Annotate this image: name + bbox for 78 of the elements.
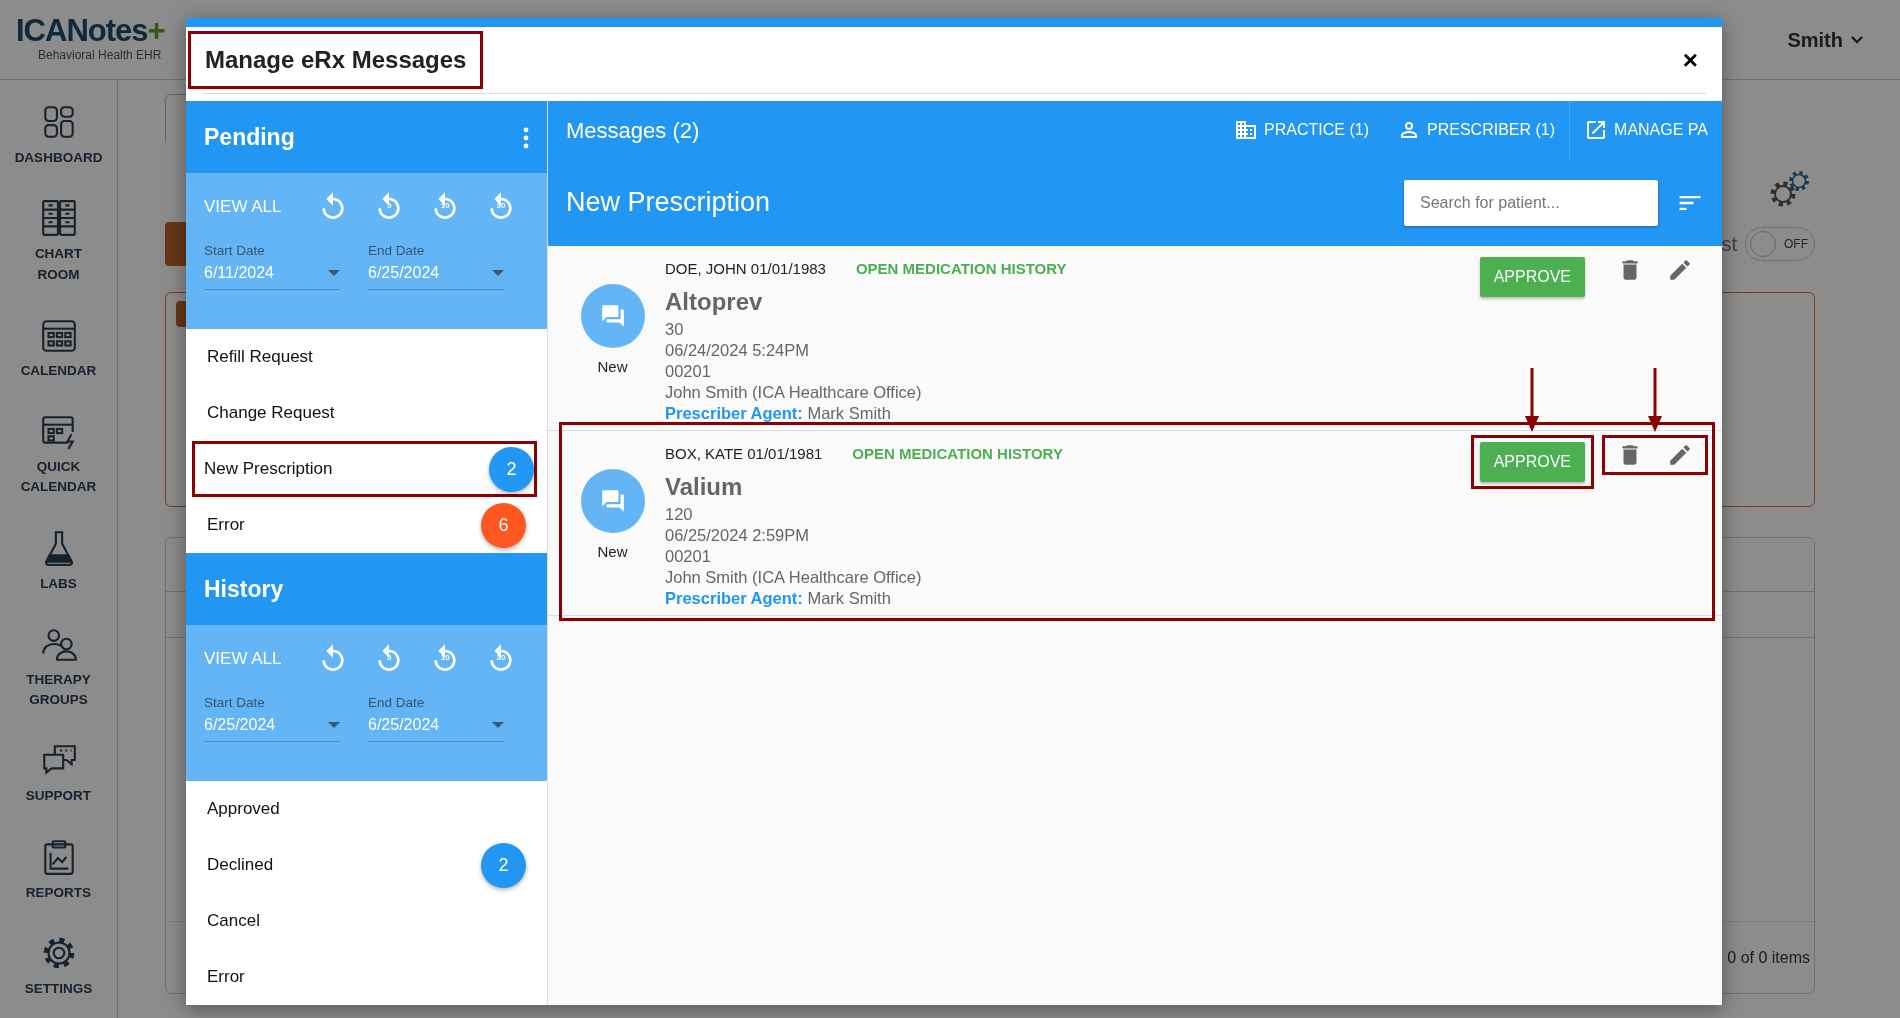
sidebar-item[interactable]: THERAPY GROUPS (0, 601, 117, 719)
sidebar-item[interactable]: LABS (0, 505, 117, 602)
count-badge: 2 (481, 842, 526, 888)
filter-button[interactable]: MANAGE PA (1570, 101, 1722, 159)
dropdown-icon (328, 722, 340, 729)
chat-icon (599, 487, 626, 514)
date-label: Start Date (204, 242, 266, 260)
sidebar-item[interactable]: QUICK CALENDAR (0, 389, 117, 506)
dropdown-icon (328, 270, 340, 277)
kebab-icon (523, 126, 529, 149)
dropdown-icon (492, 270, 504, 277)
detail-line: 00201 (665, 546, 712, 567)
date-label: End Date (368, 242, 426, 260)
chat-icon (599, 302, 626, 329)
filter-button[interactable]: PRESCRIBER (1) (1383, 101, 1570, 159)
medication-history-link[interactable]: OPEN MEDICATION HISTORY (852, 443, 1063, 464)
caret-icon (1851, 35, 1863, 44)
date-field[interactable]: End Date 6/25/2024 (368, 693, 504, 743)
list-item[interactable]: Cancel (186, 893, 543, 949)
approve-button[interactable]: APPROVE (1479, 442, 1585, 482)
pencil-icon (1667, 257, 1693, 283)
detail-line: 120 (665, 504, 694, 525)
prescriber-agent: Prescriber Agent: Mark Smith (665, 403, 892, 424)
sidebar-item[interactable]: SUPPORT (0, 718, 117, 815)
sidebar-item[interactable]: SETTINGS (0, 910, 117, 1007)
count-badge: 6 (481, 502, 526, 548)
pager-text: 0 of 0 items (1727, 947, 1810, 968)
patient-name: BOX, KATE 01/01/1981 (665, 444, 823, 464)
pane-title: Messages (2) (566, 116, 701, 145)
date-field[interactable]: End Date 6/25/2024 (368, 241, 504, 291)
drug-name: Altoprev (665, 287, 764, 317)
approve-button[interactable]: APPROVE (1479, 257, 1585, 297)
sidebar-item[interactable]: CALENDAR (0, 292, 117, 389)
dropdown-icon (492, 722, 504, 729)
date-label: Start Date (204, 694, 266, 712)
annotation-arrow (1525, 368, 1540, 432)
sidebar-item[interactable]: DASHBOARD (0, 80, 117, 177)
sidebar-item[interactable]: CHART ROOM (0, 176, 117, 293)
logo[interactable]: ICANotes+ (16, 15, 165, 46)
detail-line: John Smith (ICA Healthcare Office) (665, 382, 923, 403)
list-item[interactable]: Error (186, 949, 543, 1005)
prescriber-agent: Prescriber Agent: Mark Smith (665, 588, 892, 609)
list-item[interactable]: Approved (186, 781, 543, 837)
close-button[interactable]: × (1674, 40, 1706, 80)
list-item[interactable]: Declined 2 (186, 837, 543, 893)
building-icon (1234, 118, 1259, 142)
sidebar-item[interactable]: REPORTS (0, 814, 117, 911)
detail-line: 06/25/2024 2:59PM (665, 525, 811, 546)
pane-subtitle: New Prescription (566, 186, 772, 220)
section-title: History (204, 574, 284, 604)
pencil-icon (1667, 442, 1693, 468)
date-field[interactable]: Start Date 6/25/2024 (204, 693, 340, 743)
list-item[interactable]: Error 6 (186, 497, 543, 553)
count-badge: 2 (489, 446, 534, 492)
detail-line: 06/24/2024 5:24PM (665, 340, 811, 361)
detail-line: John Smith (ICA Healthcare Office) (665, 567, 923, 588)
section-title: Pending (204, 122, 295, 152)
status-label: New (597, 356, 628, 377)
toggle-label: st (1721, 232, 1737, 257)
filter-button[interactable]: PRACTICE (1) (1220, 101, 1383, 159)
list-item[interactable]: Change Request (186, 385, 543, 441)
annotation-arrow (1648, 368, 1662, 432)
drug-name: Valium (665, 472, 744, 502)
user-menu-button[interactable]: Smith (1774, 17, 1876, 62)
modal-title: Manage eRx Messages (188, 31, 484, 89)
logo-subtitle: Behavioral Health EHR (38, 47, 163, 64)
detail-line: 00201 (665, 361, 712, 382)
patient-name: DOE, JOHN 01/01/1983 (665, 259, 826, 279)
message-row[interactable]: New DOE, JOHN 01/01/1983 OPEN MEDICATION HISTORY Altoprev 30 06/24/2024 5:24PM 00201 John Smith (ICA Healthcare Office) Prescriber Agent: Mark Smith APPROVE (548, 246, 1722, 431)
list-item[interactable]: New Prescription 2 (192, 441, 537, 497)
status-label: New (597, 541, 628, 562)
date-field[interactable]: Start Date 6/11/2024 (204, 241, 340, 291)
date-label: End Date (368, 694, 426, 712)
more-button[interactable] (523, 125, 529, 149)
detail-line: 30 (665, 319, 685, 340)
search-field[interactable]: Search for patient... (1404, 179, 1658, 226)
list-item[interactable]: Refill Request (186, 329, 543, 385)
medication-history-link[interactable]: OPEN MEDICATION HISTORY (855, 258, 1067, 279)
